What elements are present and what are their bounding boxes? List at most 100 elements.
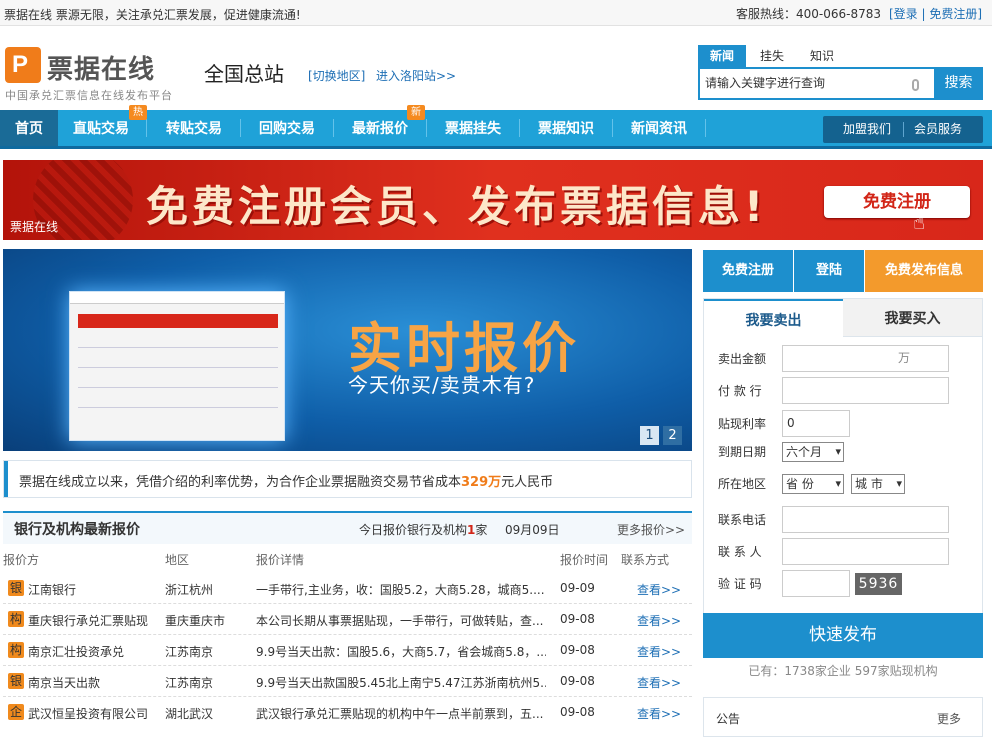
notice-title: 公告 [716,712,741,726]
type-tag: 企 [8,704,24,720]
tab-login[interactable]: 登陆 [794,250,864,292]
quoter-name[interactable]: 重庆银行承兑汇票贴现 [28,612,163,629]
enter-station-link[interactable]: 进入洛阳站>> [376,67,456,84]
amount-label: 卖出金额 [718,352,767,366]
station-name: 全国总站 [204,62,284,86]
join-us-link[interactable]: 加盟我们 [843,116,891,143]
col-header-quoter: 报价方 [3,553,40,567]
account-tabs: 免费注册 登陆 免费发布信息 [703,250,983,292]
savings-text: 票据在线成立以来，凭借介绍的利率优势，为合作企业票据融资交易节省成本329万元人… [19,475,554,490]
view-link[interactable]: 查看>> [637,705,681,722]
search-tab-knowledge[interactable]: 知识 [798,45,846,67]
payer-input[interactable] [782,377,949,404]
search-tab-lost[interactable]: 挂失 [748,45,796,67]
view-link[interactable]: 查看>> [637,643,681,660]
slider-page-2[interactable]: 2 [663,426,682,445]
nav-bill-lost[interactable]: 票据挂失 [429,110,517,146]
nav-bill-knowledge[interactable]: 票据知识 [522,110,610,146]
notice-more-link[interactable]: 更多 [937,710,961,727]
microphone-icon[interactable] [912,79,919,91]
switch-area-link[interactable]: [切换地区] [308,67,365,84]
contact-input[interactable] [782,538,949,565]
table-row: 构 重庆银行承兑汇票贴现 重庆重庆市 本公司长期从事票据贴现，一手带行，可做转贴… [3,604,692,635]
captcha-image[interactable]: 5936 [855,573,902,595]
quoter-name[interactable]: 武汉恒呈投资有限公司 [28,705,163,722]
promo-slider[interactable]: 实时报价 今天你买/卖贵木有? [3,249,692,451]
tab-free-register[interactable]: 免费注册 [703,250,793,292]
nav-separator [705,119,706,137]
quote-time: 09-08 [560,674,595,688]
col-header-area: 地区 [165,553,190,567]
nav-separator [333,119,334,137]
register-banner[interactable]: 免费注册会员、发布票据信息! 免费注册 票据在线 [3,160,983,240]
province-select[interactable]: 省 份 [782,474,844,494]
quoter-name[interactable]: 南京汇壮投资承兑 [28,643,163,660]
type-tag: 银 [8,673,24,689]
quote-time: 09-08 [560,612,595,626]
captcha-input[interactable] [782,570,850,597]
banner-text: 免费注册会员、发布票据信息! [146,182,768,231]
screenshot-illustration [69,291,285,441]
member-stats: 已有：1738家企业 597家贴现机构 [748,664,938,678]
nav-separator [612,119,613,137]
amount-input[interactable]: 万 [782,345,949,372]
banner-register-button[interactable]: 免费注册 [824,186,970,218]
quote-detail[interactable]: 武汉银行承兑汇票贴现的机构中午一点半前票到，五... [256,705,546,722]
search-button[interactable]: 搜索 [934,67,983,100]
col-header-contact: 联系方式 [621,553,670,567]
banner-corner-label: 票据在线 [10,220,59,234]
quote-detail[interactable]: 9.9号当天出款国股5.45北上南宁5.47江苏浙南杭州5... [256,674,546,691]
nav-repurchase[interactable]: 回购交易 [243,110,331,146]
trade-form: 我要卖出 我要买入 卖出金额 万 付 款 行 贴现利率 0 到期日期 六个月 所… [703,298,983,658]
table-row: 企 武汉恒呈投资有限公司 湖北武汉 武汉银行承兑汇票贴现的机构中午一点半前票到，… [3,697,692,728]
nav-rediscount[interactable]: 转贴交易 [150,110,238,146]
nav-right-divider [903,122,904,137]
slider-page-1[interactable]: 1 [640,426,659,445]
payer-label: 付 款 行 [718,384,762,398]
view-link[interactable]: 查看>> [637,581,681,598]
quote-detail[interactable]: 本公司长期从事票据贴现，一手带行，可做转贴，查... [256,612,546,629]
type-tag: 构 [8,611,24,627]
quote-detail[interactable]: 一手带行,主业务，收：国股5.2，大商5.28，城商5.... [256,581,546,598]
search-input[interactable]: 请输入关键字进行查询 [698,67,934,100]
logo-text[interactable]: 票据在线 [47,49,155,86]
table-row: 银 江南银行 浙江杭州 一手带行,主业务，收：国股5.2，大商5.28，城商5.… [3,573,692,604]
nav-news[interactable]: 新闻资讯 [615,110,703,146]
quoter-name[interactable]: 南京当天出款 [28,674,163,691]
login-register-links[interactable]: [登录 | 免费注册] [889,5,982,22]
member-service-link[interactable]: 会员服务 [914,116,962,143]
logo-subtitle: 中国承兑汇票信息在线发布平台 [5,89,173,102]
rate-input[interactable]: 0 [782,410,850,437]
tab-free-publish[interactable]: 免费发布信息 [865,250,983,292]
view-link[interactable]: 查看>> [637,612,681,629]
savings-notice: 票据在线成立以来，凭借介绍的利率优势，为合作企业票据融资交易节省成本329万元人… [3,460,692,498]
quote-detail[interactable]: 9.9号当天出款：国股5.6，大商5.7，省会城商5.8，... [256,643,546,660]
region-label: 所在地区 [718,477,767,491]
hot-badge: 热 [129,105,147,120]
rate-label: 贴现利率 [718,417,767,431]
type-tag: 构 [8,642,24,658]
nav-home[interactable]: 首页 [0,110,58,146]
view-link[interactable]: 查看>> [637,674,681,691]
quick-publish-button[interactable]: 快速发布 [703,613,983,658]
nav-separator [426,119,427,137]
site-slogan: 票据在线 票源无限，关注承兑汇票发展，促进健康流通! [4,8,301,22]
tab-buy[interactable]: 我要买入 [843,299,982,337]
phone-input[interactable] [782,506,949,533]
top-bar: 票据在线 票源无限，关注承兑汇票发展，促进健康流通! 客服热线：400-066-… [0,0,992,26]
quote-time: 09-09 [560,581,595,595]
tab-sell[interactable]: 我要卖出 [704,299,843,337]
quote-area: 湖北武汉 [165,707,214,721]
due-select[interactable]: 六个月 [782,442,844,462]
logo-icon[interactable]: P [5,47,41,83]
quote-time: 09-08 [560,643,595,657]
quotes-title: 银行及机构最新报价 [14,522,140,538]
city-select[interactable]: 城 市 [851,474,905,494]
search-tab-news[interactable]: 新闻 [698,45,746,67]
quote-area: 江苏南京 [165,645,214,659]
more-quotes-link[interactable]: 更多报价>> [617,521,685,538]
quote-time: 09-08 [560,705,595,719]
quoter-name[interactable]: 江南银行 [28,581,163,598]
phone-label: 联系电话 [718,513,767,527]
quote-area: 江苏南京 [165,676,214,690]
